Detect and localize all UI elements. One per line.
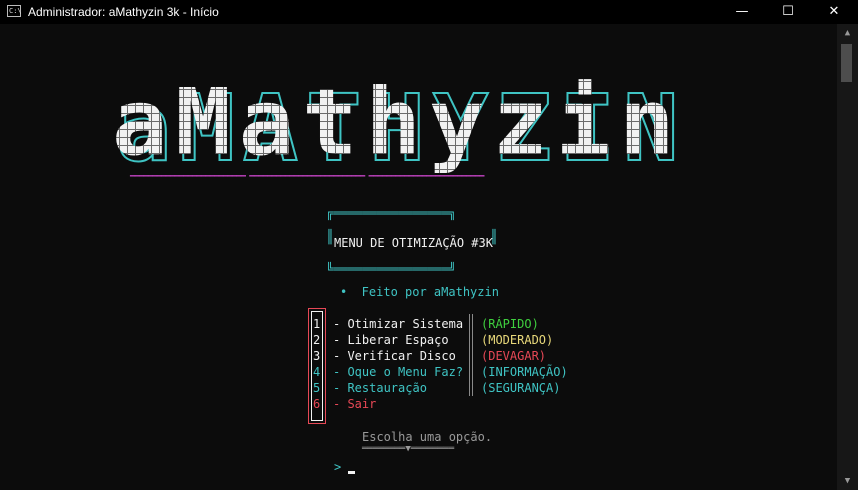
maximize-button[interactable]: ☐ xyxy=(765,0,811,24)
option-3-label[interactable]: - Verificar Disco xyxy=(333,349,456,363)
scroll-up-icon[interactable]: ▲ xyxy=(837,24,858,42)
minimize-button[interactable]: — xyxy=(719,0,765,24)
menu-box-right-edge: ║ xyxy=(490,230,498,245)
text-cursor[interactable] xyxy=(348,471,355,474)
option-4-number: 4 xyxy=(313,365,321,379)
option-1-number: 1 xyxy=(313,317,321,331)
scroll-down-icon[interactable]: ▼ xyxy=(837,472,858,490)
prompt-hint: Escolha uma opção. xyxy=(362,430,493,444)
prompt-divider: ════════▼════════ xyxy=(362,444,455,454)
scroll-thumb[interactable] xyxy=(841,44,852,82)
option-2-tag: (MODERADO) xyxy=(481,333,554,347)
vertical-scrollbar[interactable]: ▲ ▼ xyxy=(837,24,858,490)
banner-underline: ━━━━━━━━━━━━━━━━━━━━━━━━━━ ━━━━━━━━━━━━━… xyxy=(130,172,484,182)
console-icon: C:\ xyxy=(7,5,22,17)
option-3-number: 3 xyxy=(313,349,321,363)
option-5-number: 5 xyxy=(313,381,321,395)
menu-box-top: ╔════════════════╗ xyxy=(326,206,457,220)
banner-text: aMathyzin xyxy=(112,74,683,176)
console-area[interactable]: aMATHYZIN aMathyzin ━━━━━━━━━━━━━━━━━━━━… xyxy=(0,24,837,490)
option-2-label[interactable]: - Liberar Espaço xyxy=(333,333,449,347)
option-3-tag: (DEVAGAR) xyxy=(481,349,547,363)
option-5-tag: (SEGURANÇA) xyxy=(481,381,561,395)
menu-title: MENU DE OTIMIZAÇÃO #3K xyxy=(334,236,493,250)
prompt-symbol: > xyxy=(334,460,342,474)
menu-box-bottom: ╚════════════════╝ xyxy=(326,262,457,276)
title-bar: C:\ Administrador: aMathyzin 3k - Início… xyxy=(0,0,858,24)
window-title: Administrador: aMathyzin 3k - Início xyxy=(28,5,219,19)
option-4-label[interactable]: - Oque o Menu Faz? xyxy=(333,365,463,379)
option-6-number: 6 xyxy=(313,397,321,411)
credit-text: • Feito por aMathyzin xyxy=(340,285,499,299)
menu-box-left-edge: ║ xyxy=(326,230,334,245)
close-button[interactable]: ✕ xyxy=(811,0,857,24)
option-2-number: 2 xyxy=(313,333,321,347)
tag-separator xyxy=(469,314,473,396)
option-4-tag: (INFORMAÇÃO) xyxy=(481,365,568,379)
banner-logo: aMATHYZIN aMathyzin xyxy=(112,74,683,183)
option-6-label[interactable]: - Sair xyxy=(333,397,376,411)
option-1-label[interactable]: - Otimizar Sistema xyxy=(333,317,463,331)
option-1-tag: (RÁPIDO) xyxy=(481,317,539,331)
option-5-label[interactable]: - Restauração xyxy=(333,381,427,395)
